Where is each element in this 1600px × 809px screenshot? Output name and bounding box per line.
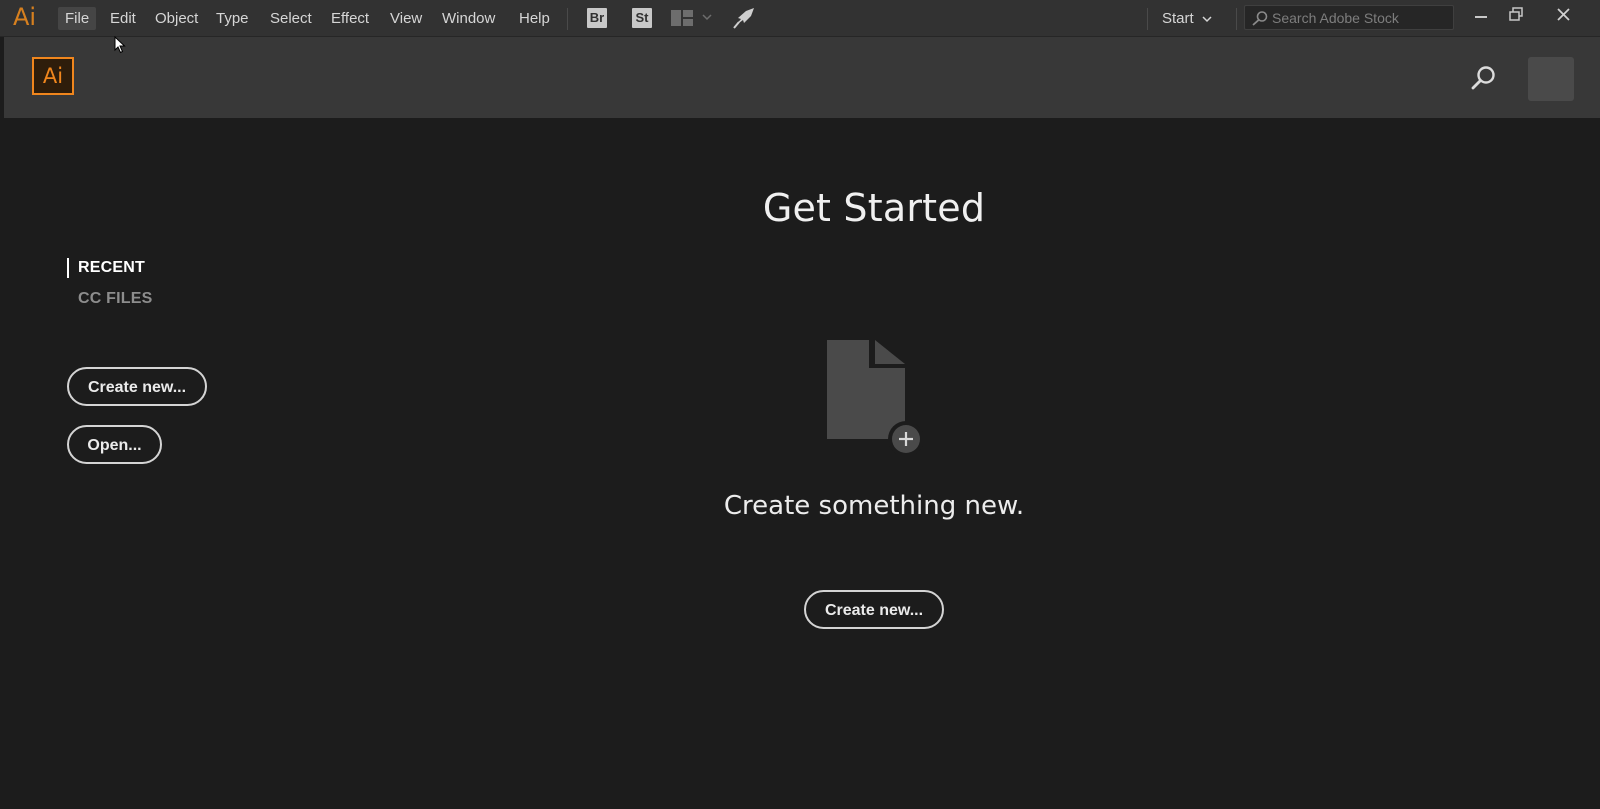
menu-help[interactable]: Help xyxy=(512,7,557,30)
minimize-icon[interactable] xyxy=(1466,3,1496,27)
menu-effect[interactable]: Effect xyxy=(324,7,376,30)
gpu-performance-icon[interactable] xyxy=(732,7,756,29)
stock-search-input[interactable] xyxy=(1272,6,1447,29)
close-icon[interactable] xyxy=(1549,3,1579,27)
workspace-switcher[interactable]: Start xyxy=(1162,7,1212,30)
app-menu-mark: Ai xyxy=(13,3,37,31)
menu-type[interactable]: Type xyxy=(209,7,256,30)
center-create-new-button[interactable]: Create new... xyxy=(804,590,944,629)
restore-icon[interactable] xyxy=(1502,3,1532,27)
menu-bar: Ai File Edit Object Type Select Effect V… xyxy=(0,0,1600,37)
illustrator-logo: Ai xyxy=(32,57,74,95)
page-title: Get Started xyxy=(762,186,986,230)
menu-view[interactable]: View xyxy=(383,7,429,30)
home-header: Ai xyxy=(4,37,1600,118)
create-new-button[interactable]: Create new... xyxy=(67,367,207,406)
search-icon[interactable] xyxy=(1469,63,1499,93)
menu-file[interactable]: File xyxy=(58,7,97,30)
chevron-down-icon xyxy=(1202,16,1212,23)
create-message: Create something new. xyxy=(723,491,1025,521)
illustrator-window: Ai File Edit Object Type Select Effect V… xyxy=(0,0,1600,809)
tab-cc-files[interactable]: CC FILES xyxy=(67,289,153,309)
adobe-stock-search[interactable] xyxy=(1244,5,1454,30)
tab-recent[interactable]: RECENT xyxy=(67,258,153,278)
menubar-divider xyxy=(1147,8,1148,30)
chevron-down-icon[interactable] xyxy=(702,12,712,22)
menubar-divider xyxy=(567,8,568,30)
menu-object[interactable]: Object xyxy=(148,7,205,30)
arrange-documents-icon[interactable] xyxy=(671,10,693,26)
menu-select[interactable]: Select xyxy=(263,7,319,30)
search-icon xyxy=(1252,11,1268,26)
workspace-label: Start xyxy=(1162,10,1194,27)
mouse-cursor-icon xyxy=(114,36,126,54)
bridge-button[interactable]: Br xyxy=(587,8,607,28)
stock-button[interactable]: St xyxy=(632,8,652,28)
menu-window[interactable]: Window xyxy=(435,7,502,30)
home-tabs: RECENT CC FILES xyxy=(67,258,153,320)
new-document-icon xyxy=(827,340,924,454)
avatar[interactable] xyxy=(1528,57,1574,101)
open-button[interactable]: Open... xyxy=(67,425,162,464)
menu-edit[interactable]: Edit xyxy=(103,7,143,30)
menubar-divider xyxy=(1236,8,1237,30)
